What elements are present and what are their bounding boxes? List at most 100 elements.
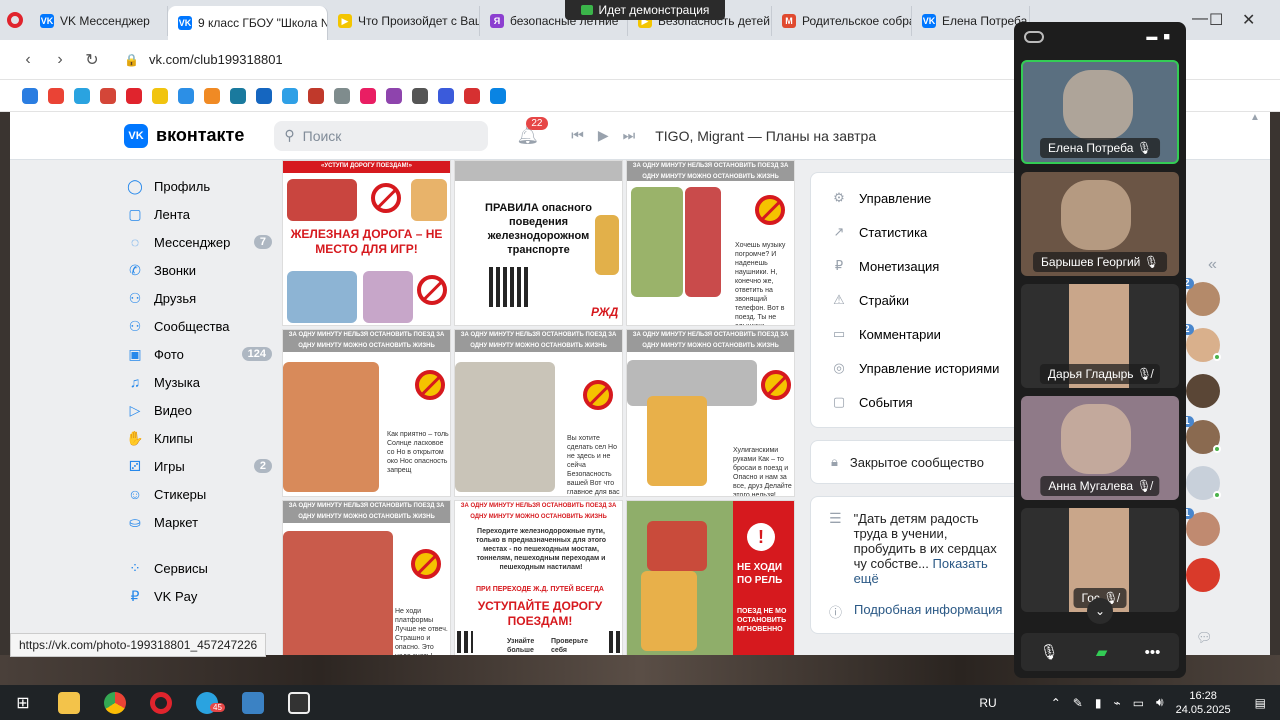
contact-avatar[interactable]: 1 (1180, 508, 1220, 546)
participant-tile[interactable]: Дарья Гладырь 🎙︎̸ (1021, 284, 1179, 388)
bookmark-cloud-icon[interactable] (256, 87, 272, 104)
clock[interactable]: 16:28 24.05.2025 (1176, 689, 1231, 717)
sidebar-item-4[interactable]: ⚇ Друзья (126, 284, 272, 312)
bookmark-ok-icon[interactable] (204, 87, 220, 104)
manage-menu-item-3[interactable]: ⚠ Страйки (811, 283, 1025, 317)
reload-button[interactable]: ↻ (76, 50, 108, 70)
taskbar-telegram[interactable]: 45 (184, 685, 230, 720)
now-playing-track[interactable]: TIGO, Migrant — Планы на завтра (655, 128, 876, 144)
tab-1[interactable]: VK 9 класс ГБОУ "Школа № (168, 6, 328, 40)
photo-tile[interactable]: ЗА ОДНУ МИНУТУ НЕЛЬЗЯ ОСТАНОВИТЬ ПОЕЗД З… (282, 500, 451, 655)
sidebar-item-5[interactable]: ⚇ Сообщества (126, 312, 272, 340)
sidebar-item-2[interactable]: ◌ Мессенджер 7 (126, 228, 272, 256)
tab-6[interactable]: VK Елена Потреба (912, 6, 1030, 36)
participant-tile[interactable]: Анна Мугалева 🎙︎̸ (1021, 396, 1179, 500)
language-indicator[interactable]: RU (979, 696, 996, 710)
bookmark-red-icon[interactable] (464, 87, 480, 104)
forward-button[interactable]: › (44, 51, 76, 69)
bookmark-globe-icon[interactable] (178, 87, 194, 104)
contact-avatar[interactable] (1186, 558, 1220, 592)
taskbar-chrome[interactable] (92, 685, 138, 720)
sidebar-item-0[interactable]: ◯ Профиль (126, 172, 272, 200)
taskbar-call-app[interactable] (276, 685, 322, 720)
sidebar-bottom-item-0[interactable]: ⁘ Сервисы (126, 554, 272, 582)
photo-tile[interactable]: ЗА ОДНУ МИНУТУ НЕЛЬЗЯ ОСТАНОВИТЬ ПОЕЗД З… (626, 160, 795, 326)
sidebar-item-7[interactable]: ♫ Музыка (126, 368, 272, 396)
photo-tile[interactable]: ЗА ОДНУ МИНУТУ НЕЛЬЗЯ ОСТАНОВИТЬ ПОЕЗД З… (454, 329, 623, 497)
photo-tile[interactable]: ПРАВИЛА опасного поведения железнодорожн… (454, 160, 623, 326)
volume-icon[interactable]: 🔊︎ (1156, 695, 1164, 710)
bookmark-wb-icon[interactable] (386, 87, 402, 104)
chevron-down-icon[interactable]: ⌄ (1087, 598, 1113, 624)
url-field[interactable]: vk.com/club199318801 (149, 52, 283, 67)
start-button[interactable]: ⊞ (0, 685, 46, 720)
bookmark-yandex-icon[interactable] (152, 87, 168, 104)
opera-logo-icon[interactable] (0, 12, 30, 28)
sidebar-item-1[interactable]: ▢ Лента (126, 200, 272, 228)
manage-menu-item-5[interactable]: ◎ Управление историями (811, 351, 1025, 385)
contact-avatar[interactable]: 2 (1180, 278, 1220, 316)
bookmark-gov-icon[interactable] (334, 87, 350, 104)
maximize-icon[interactable]: ☐ (1209, 10, 1223, 30)
photo-tile[interactable]: «УСТУПИ ДОРОГУ ПОЕЗДАМ!» ЖЕЛЕЗНАЯ ДОРОГА… (282, 160, 451, 326)
sidebar-item-10[interactable]: ⚂ Игры 2 (126, 452, 272, 480)
taskbar-explorer[interactable] (46, 685, 92, 720)
collapse-icon[interactable]: « (1208, 256, 1217, 274)
bookmark-blue-icon[interactable] (490, 87, 506, 104)
more-icon[interactable]: ••• (1145, 644, 1161, 661)
window-controls-icon[interactable]: ▬■ (1146, 31, 1176, 43)
bookmark-telegram-icon[interactable] (74, 87, 90, 104)
taskbar-opera[interactable] (138, 685, 184, 720)
pen-icon[interactable]: ✎ (1073, 696, 1083, 710)
sidebar-item-8[interactable]: ▷ Видео (126, 396, 272, 424)
details-link[interactable]: ⓘ Подробная информация (811, 596, 1025, 633)
back-button[interactable]: ‹ (12, 51, 44, 69)
chat-icon[interactable]: 💬︎ (1196, 630, 1213, 646)
bookmark-store-icon[interactable] (282, 87, 298, 104)
power-icon[interactable]: ⌁ (1113, 696, 1120, 710)
contact-avatar[interactable]: 1 (1180, 416, 1221, 454)
microphone-icon[interactable]: 🎙︎ (1040, 643, 1059, 661)
sidebar-item-6[interactable]: ▣ Фото 124 (126, 340, 272, 368)
sidebar-item-11[interactable]: ☺ Стикеры (126, 480, 272, 508)
previous-track-icon[interactable]: ⏮ (571, 127, 584, 144)
next-track-icon[interactable]: ⏭ (623, 127, 636, 144)
minimize-icon[interactable]: — (1192, 10, 1208, 28)
bookmark-vk-icon[interactable] (22, 87, 38, 104)
manage-menu-item-4[interactable]: ▭ Комментарии (811, 317, 1025, 351)
bookmark-music-icon[interactable] (360, 87, 376, 104)
scroll-up-icon[interactable]: ▲ (1250, 112, 1260, 123)
sidebar-item-3[interactable]: ✆ Звонки (126, 256, 272, 284)
search-input[interactable] (302, 127, 473, 144)
bookmark-app-icon[interactable] (438, 87, 454, 104)
bookmark-ali-icon[interactable] (126, 87, 142, 104)
sidebar-bottom-item-1[interactable]: ₽ VK Pay (126, 582, 272, 610)
sidebar-item-12[interactable]: ⛀ Маркет (126, 508, 272, 536)
taskbar-photos[interactable] (230, 685, 276, 720)
participant-tile[interactable]: Елена Потреба 🎙︎ (1021, 60, 1179, 164)
manage-menu-item-0[interactable]: ⚙ Управление (811, 181, 1025, 215)
close-icon[interactable]: ✕ (1242, 10, 1255, 30)
bookmark-mail-icon[interactable] (100, 87, 116, 104)
manage-menu-item-1[interactable]: ↗ Статистика (811, 215, 1025, 249)
play-icon[interactable]: ▶ (598, 127, 609, 144)
sidebar-item-9[interactable]: ✋ Клипы (126, 424, 272, 452)
manage-menu-item-6[interactable]: ▢ События (811, 385, 1025, 419)
photo-tile[interactable]: ЗА ОДНУ МИНУТУ НЕЛЬЗЯ ОСТАНОВИТЬ ПОЕЗД З… (454, 500, 623, 655)
tab-2[interactable]: ▶ Что Произойдет с Ваш (328, 6, 480, 36)
contact-avatar[interactable] (1186, 374, 1220, 408)
photo-tile[interactable]: ЗА ОДНУ МИНУТУ НЕЛЬЗЯ ОСТАНОВИТЬ ПОЕЗД З… (282, 329, 451, 497)
manage-menu-item-2[interactable]: ₽ Монетизация (811, 249, 1025, 283)
bookmark-gmail-icon[interactable] (48, 87, 64, 104)
bookmark-site-icon[interactable] (230, 87, 246, 104)
network-icon[interactable]: ▭ (1133, 696, 1144, 710)
tray-arrow-icon[interactable]: ⌃ (1051, 696, 1061, 710)
contact-avatar[interactable] (1186, 466, 1221, 500)
bookmark-doc-icon[interactable] (412, 87, 428, 104)
screen-share-icon[interactable]: ▰ (1096, 643, 1108, 661)
photo-tile[interactable]: ! НЕ ХОДИ ПО РЕЛЬ ПОЕЗД НЕ МО ОСТАНОВИТЬ… (626, 500, 795, 655)
camera-icon[interactable] (1024, 31, 1044, 43)
tab-0[interactable]: VK VK Мессенджер (30, 6, 168, 36)
tab-5[interactable]: M Родительское собран (772, 6, 912, 36)
vk-logo[interactable]: VK вконтакте (124, 123, 244, 148)
